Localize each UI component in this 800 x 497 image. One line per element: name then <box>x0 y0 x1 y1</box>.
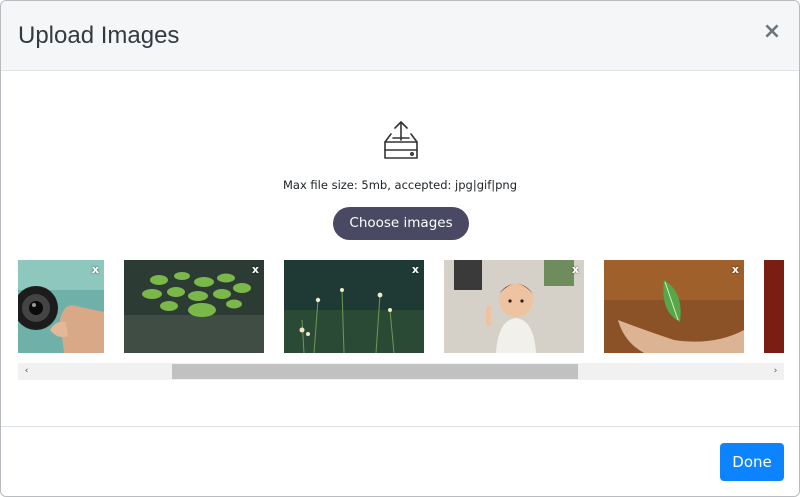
upload-tray-icon <box>384 121 418 159</box>
remove-image-button[interactable]: x <box>732 263 739 276</box>
remove-image-button[interactable]: x <box>572 263 579 276</box>
thumbnail-strip[interactable]: x x x x x <box>18 260 784 354</box>
thumbnail-image[interactable]: x <box>18 260 104 353</box>
upload-images-modal: Upload Images × Max file size: 5mb, acce… <box>0 0 800 497</box>
choose-images-button[interactable]: Choose images <box>333 207 469 240</box>
remove-image-button[interactable]: x <box>252 263 259 276</box>
modal-title: Upload Images <box>18 22 180 49</box>
scrollbar-thumb[interactable] <box>172 364 578 379</box>
upload-hint-text: Max file size: 5mb, accepted: jpg|gif|pn… <box>282 178 517 192</box>
scroll-left-arrow-icon[interactable]: ‹ <box>18 363 35 380</box>
done-button[interactable]: Done <box>720 443 784 481</box>
modal-header: Upload Images × <box>1 1 799 71</box>
leaf-in-hand-photo <box>604 260 744 353</box>
partial-photo <box>764 260 784 353</box>
horizontal-scrollbar[interactable]: ‹ › <box>18 363 784 380</box>
remove-image-button[interactable]: x <box>412 263 419 276</box>
footer-divider <box>1 426 799 427</box>
lily-pads-photo <box>124 260 264 353</box>
thumbnail-image[interactable]: x <box>444 260 584 353</box>
thumbnail-image[interactable]: x <box>124 260 264 353</box>
child-pointing-photo <box>444 260 584 353</box>
thumbnail-image[interactable]: x <box>284 260 424 353</box>
wildflowers-photo <box>284 260 424 353</box>
thumbnail-image[interactable]: x <box>764 260 784 353</box>
scroll-right-arrow-icon[interactable]: › <box>767 363 784 380</box>
thumbnail-image[interactable]: x <box>604 260 744 353</box>
remove-image-button[interactable]: x <box>92 263 99 276</box>
close-button[interactable]: × <box>761 21 783 43</box>
